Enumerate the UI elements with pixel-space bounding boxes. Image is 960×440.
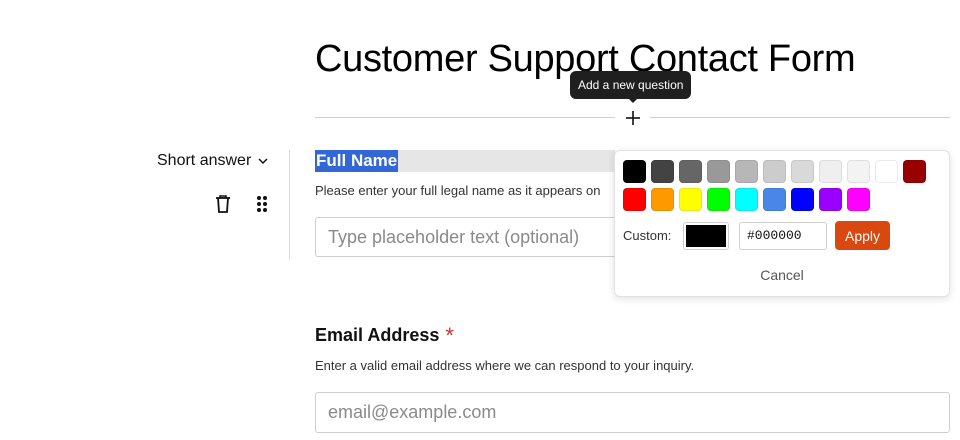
color-swatch[interactable] [707, 188, 730, 211]
color-swatch[interactable] [819, 188, 842, 211]
custom-color-preview[interactable] [683, 221, 729, 250]
color-swatch[interactable] [707, 160, 730, 183]
add-question-button[interactable] [622, 107, 644, 129]
color-swatch[interactable] [623, 188, 646, 211]
color-swatch[interactable] [735, 188, 758, 211]
drag-handle[interactable] [253, 193, 271, 215]
question-title-text: Email Address [315, 325, 440, 345]
color-swatch[interactable] [903, 160, 926, 183]
color-swatch[interactable] [651, 188, 674, 211]
color-swatch[interactable] [791, 188, 814, 211]
color-swatch[interactable] [679, 160, 702, 183]
swatch-row [623, 160, 943, 183]
question-description[interactable]: Please enter your full legal name as it … [315, 183, 615, 198]
custom-color-row: Custom: Apply [623, 221, 891, 250]
color-swatch[interactable] [819, 160, 842, 183]
color-swatch[interactable] [875, 160, 898, 183]
chevron-down-icon [258, 158, 268, 165]
question-description: Enter a valid email address where we can… [315, 358, 695, 373]
add-question-tooltip: Add a new question [570, 71, 692, 99]
color-swatch[interactable] [651, 160, 674, 183]
plus-icon [626, 111, 640, 125]
section-divider [650, 117, 950, 118]
section-divider [315, 117, 615, 118]
active-question-indicator [289, 150, 290, 260]
color-swatch[interactable] [763, 188, 786, 211]
color-swatch[interactable] [791, 160, 814, 183]
required-marker: * [445, 323, 454, 348]
color-swatch[interactable] [623, 160, 646, 183]
placeholder-text-input[interactable] [315, 217, 635, 257]
cancel-button[interactable]: Cancel [615, 267, 949, 283]
trash-icon [216, 195, 230, 213]
custom-color-fill [686, 224, 726, 247]
question-title[interactable]: Email Address * [315, 323, 454, 349]
color-swatch-grid [623, 160, 943, 216]
color-swatch[interactable] [847, 188, 870, 211]
delete-question-button[interactable] [213, 193, 233, 215]
color-swatch[interactable] [847, 160, 870, 183]
apply-button[interactable]: Apply [835, 221, 891, 250]
custom-color-label: Custom: [623, 228, 672, 243]
drag-handle-icon [257, 196, 267, 212]
question-type-label: Short answer [157, 152, 252, 169]
tooltip-arrow [628, 98, 638, 103]
color-swatch[interactable] [735, 160, 758, 183]
color-picker-popover: Custom: Apply Cancel [614, 150, 950, 297]
color-swatch[interactable] [679, 188, 702, 211]
question-title-selected[interactable]: Full Name [315, 150, 399, 172]
question-type-dropdown[interactable]: Short answer [157, 152, 269, 170]
color-swatch[interactable] [763, 160, 786, 183]
hex-color-input[interactable] [739, 221, 827, 250]
email-field[interactable] [315, 392, 950, 433]
swatch-row [623, 188, 943, 211]
